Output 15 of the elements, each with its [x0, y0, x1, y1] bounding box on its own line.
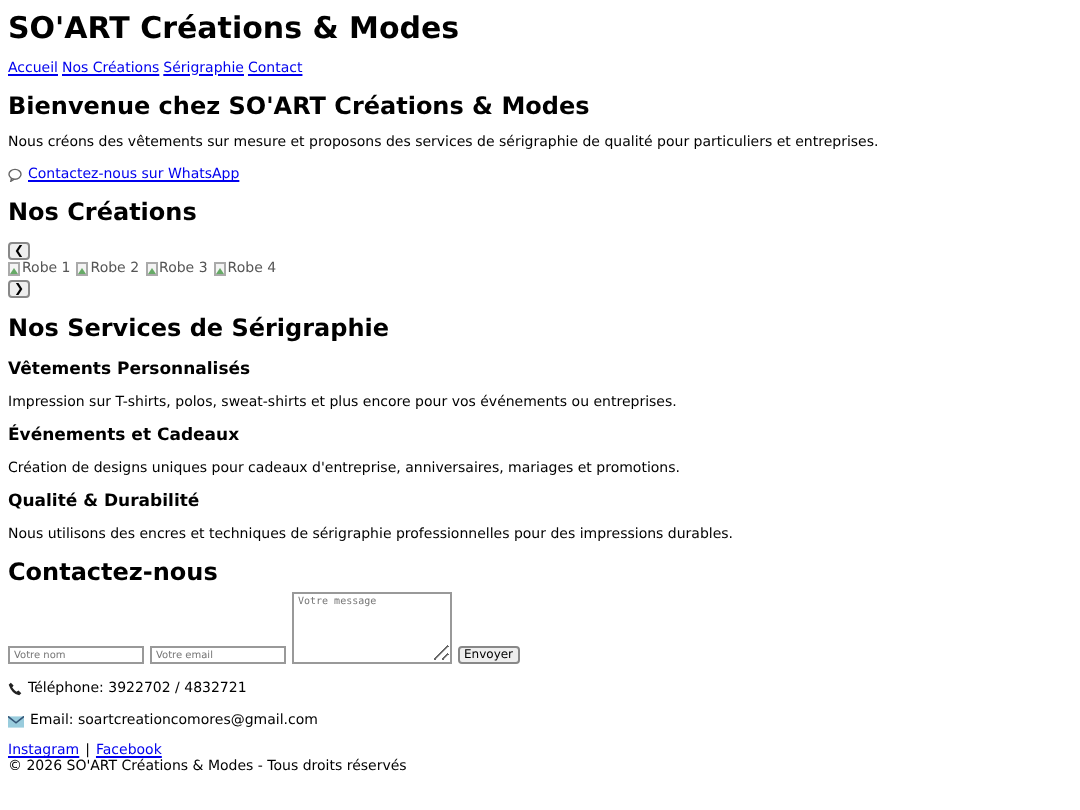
- broken-image-icon: [8, 262, 20, 277]
- broken-image-icon: [145, 262, 158, 277]
- service-title: Qualité & Durabilité: [8, 493, 202, 513]
- broken-image-icon: [213, 262, 226, 277]
- service-title: Événements et Cadeaux: [8, 427, 242, 447]
- speech-bubble-icon: [8, 168, 22, 183]
- section-heading: Bienvenue chez SO'ART Créations & Modes: [8, 94, 592, 121]
- site-title: SO'ART Créations & Modes: [8, 12, 462, 45]
- phone-icon: [8, 682, 22, 697]
- section-heading: Nos Créations: [8, 199, 199, 226]
- envelope-icon: [8, 715, 24, 728]
- broken-image-icon: [76, 262, 89, 277]
- section-heading: Contactez-nous: [8, 559, 220, 587]
- section-heading: Nos Services de Sérigraphie: [8, 315, 392, 342]
- service-title: Vêtements Personnalisés: [8, 361, 253, 381]
